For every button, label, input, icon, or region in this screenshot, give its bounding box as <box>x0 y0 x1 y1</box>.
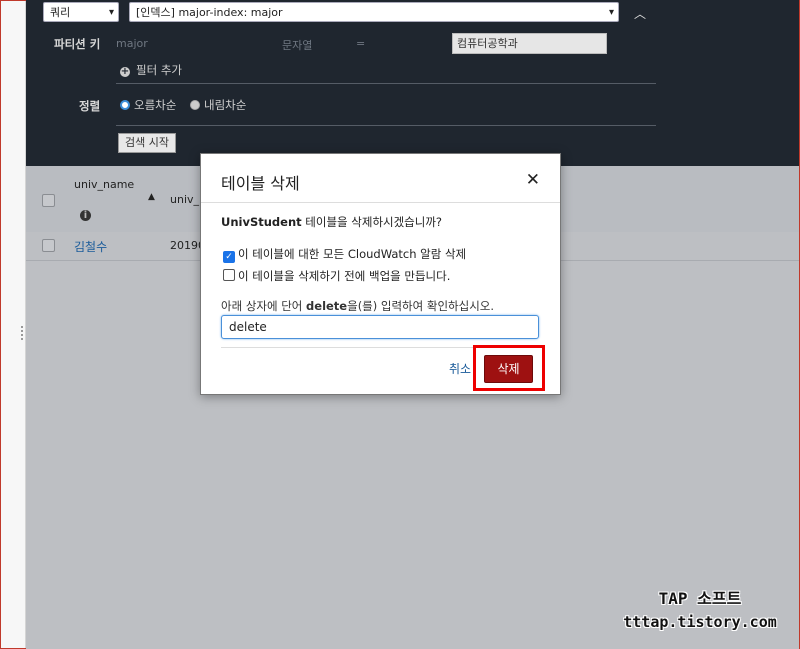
watermark: TAP 소프트 tttap.tistory.com <box>620 585 780 631</box>
cloudwatch-option-label: 이 테이블에 대한 모든 CloudWatch 알람 삭제 <box>238 247 467 261</box>
instruction-keyword: delete <box>306 299 348 313</box>
confirm-delete-input[interactable] <box>221 315 539 339</box>
watermark-brand: TAP 소프트 <box>658 589 742 608</box>
dialog-question: 테이블을 삭제하시겠습니까? <box>301 215 443 229</box>
instruction-suffix: 을(를) 입력하여 확인하십시오. <box>347 299 495 313</box>
dialog-header: 테이블 삭제 ✕ <box>201 154 560 203</box>
backup-option-label: 이 테이블을 삭제하기 전에 백업을 만듭니다. <box>238 269 451 283</box>
modal-overlay: 테이블 삭제 ✕ UnivStudent 테이블을 삭제하시겠습니까? ✓ 이 테… <box>0 0 800 649</box>
instruction-prefix: 아래 상자에 단어 <box>221 299 307 313</box>
checkbox-unchecked-icon[interactable] <box>223 269 235 281</box>
table-name: UnivStudent <box>221 215 302 229</box>
annotation-highlight-box <box>473 345 545 391</box>
cancel-button[interactable]: 취소 <box>449 360 471 377</box>
watermark-url: tttap.tistory.com <box>623 613 777 631</box>
backup-option[interactable]: 이 테이블을 삭제하기 전에 백업을 만듭니다. <box>223 268 450 284</box>
dialog-title: 테이블 삭제 <box>221 174 300 193</box>
dialog-message: UnivStudent 테이블을 삭제하시겠습니까? <box>221 214 442 230</box>
close-icon[interactable]: ✕ <box>526 170 540 190</box>
confirm-instruction: 아래 상자에 단어 delete을(를) 입력하여 확인하십시오. <box>221 298 494 314</box>
checkbox-checked-icon[interactable]: ✓ <box>223 251 235 263</box>
cloudwatch-option[interactable]: ✓ 이 테이블에 대한 모든 CloudWatch 알람 삭제 <box>223 246 466 263</box>
